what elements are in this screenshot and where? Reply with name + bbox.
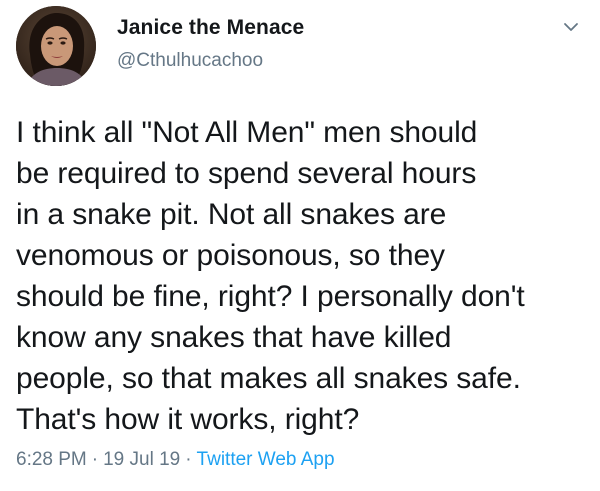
avatar[interactable] bbox=[16, 6, 96, 86]
tweet-date[interactable]: 19 Jul 19 bbox=[103, 449, 180, 470]
tweet-card: Janice the Menace @Cthulhucachoo I think… bbox=[0, 0, 600, 491]
author-handle[interactable]: @Cthulhucachoo bbox=[117, 50, 263, 72]
tweet-time[interactable]: 6:28 PM bbox=[16, 449, 87, 470]
meta-separator: · bbox=[185, 449, 192, 470]
chevron-down-icon[interactable] bbox=[560, 16, 582, 38]
avatar-image bbox=[16, 6, 96, 86]
meta-separator: · bbox=[91, 449, 99, 470]
tweet-source-link[interactable]: Twitter Web App bbox=[197, 449, 335, 470]
tweet-meta: 6:28 PM · 19 Jul 19 · Twitter Web App bbox=[16, 449, 335, 471]
tweet-text: I think all "Not All Men" men should be … bbox=[16, 116, 525, 436]
author-display-name[interactable]: Janice the Menace bbox=[117, 16, 304, 40]
